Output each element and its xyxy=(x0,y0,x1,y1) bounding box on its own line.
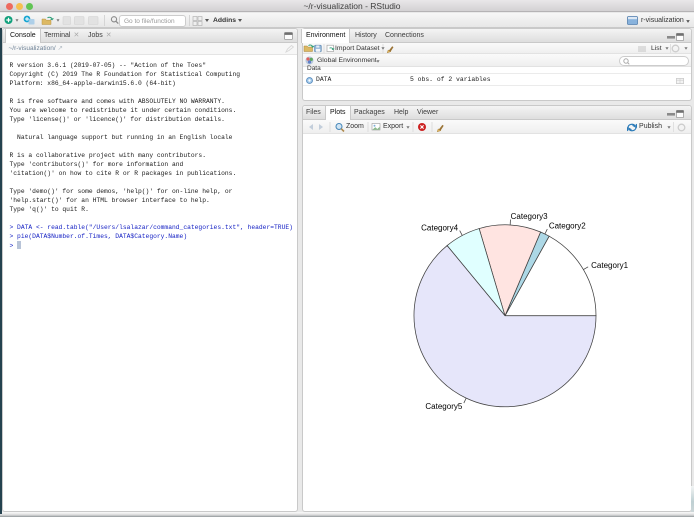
svg-text:Category1: Category1 xyxy=(591,261,628,270)
svg-text:Category2: Category2 xyxy=(549,222,586,231)
svg-text:Category3: Category3 xyxy=(511,212,548,221)
svg-text:Category4: Category4 xyxy=(421,223,458,232)
svg-text:Category5: Category5 xyxy=(425,402,462,411)
